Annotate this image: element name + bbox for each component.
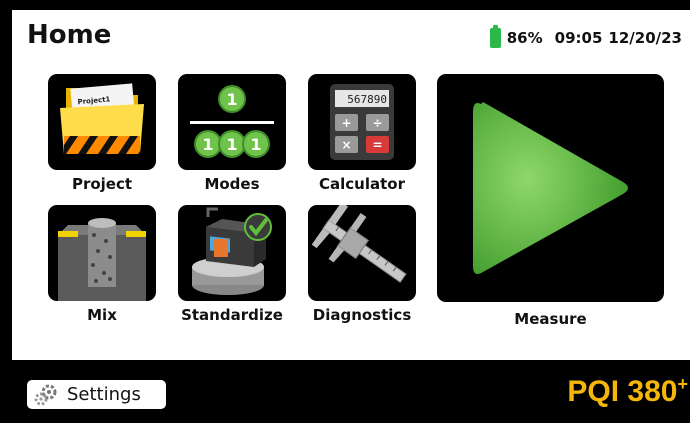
modes-button[interactable]: 1 1 1 1: [178, 74, 286, 170]
standardize-button[interactable]: [178, 205, 286, 301]
mode-digit: 1: [250, 135, 261, 154]
project-tile[interactable]: Project1 Project: [48, 74, 156, 193]
standardize-label: Standardize: [181, 306, 283, 324]
mix-label: Mix: [87, 306, 117, 324]
modes-tile[interactable]: 1 1 1 1 Modes: [178, 74, 286, 193]
standardize-gauge-icon: [192, 207, 272, 295]
mix-tile[interactable]: Mix: [48, 205, 156, 324]
project-label: Project: [71, 175, 133, 193]
calc-key: =: [372, 138, 382, 152]
clock-date: 12/20/23: [608, 29, 682, 47]
mix-button[interactable]: [48, 205, 156, 301]
battery-percent: 86%: [506, 29, 543, 47]
home-screen: Home 86% 09:05 12/20/23 Project1 Project: [12, 10, 690, 423]
project-button[interactable]: Project1: [48, 74, 156, 170]
calc-key: ×: [341, 138, 351, 152]
calc-key: +: [341, 116, 351, 130]
mode-digit: 1: [202, 135, 213, 154]
calculator-label: Calculator: [319, 175, 405, 193]
folder-icon: Project1: [60, 83, 144, 154]
calculator-tile[interactable]: 567890 + ÷ × = Calculator: [308, 74, 416, 193]
page-title: Home: [27, 20, 112, 50]
brand-logo: PQI 380+: [567, 374, 688, 409]
brand-name: PQI 380: [567, 375, 678, 408]
mode-digit: 1: [226, 135, 237, 154]
mode-digit: 1: [226, 90, 237, 109]
header: Home 86% 09:05 12/20/23: [12, 10, 690, 62]
gears-icon: [34, 384, 57, 405]
measure-tile[interactable]: Measure: [437, 74, 664, 328]
measure-button[interactable]: [437, 74, 664, 302]
play-icon: [473, 102, 628, 274]
battery-icon: [489, 25, 501, 48]
settings-button[interactable]: Settings: [27, 380, 166, 409]
diagnostics-tile[interactable]: Diagnostics: [308, 205, 416, 324]
modes-icon: 1 1 1 1: [190, 85, 274, 158]
modes-label: Modes: [204, 175, 260, 193]
calc-key: ÷: [372, 116, 382, 130]
calculator-button[interactable]: 567890 + ÷ × =: [308, 74, 416, 170]
diagnostics-label: Diagnostics: [312, 306, 412, 324]
calculator-icon: 567890 + ÷ × =: [330, 84, 394, 160]
settings-label: Settings: [67, 384, 141, 405]
caliper-icon: [311, 205, 407, 283]
standardize-tile[interactable]: Standardize: [178, 205, 286, 324]
brand-sup: +: [677, 374, 688, 394]
measure-label: Measure: [514, 310, 587, 328]
diagnostics-button[interactable]: [308, 205, 416, 301]
calculator-display: 567890: [347, 93, 387, 106]
clock-time: 09:05: [554, 29, 603, 47]
status-bar: 86% 09:05 12/20/23: [489, 25, 682, 48]
bottom-bar: Settings PQI 380+: [12, 360, 690, 423]
asphalt-core-icon: [58, 218, 146, 301]
